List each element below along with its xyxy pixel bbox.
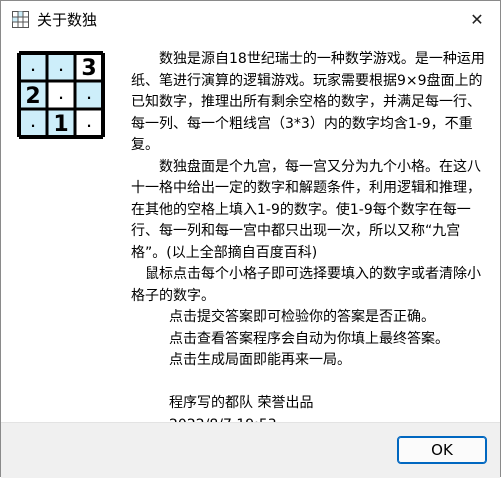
logo-dot: . xyxy=(59,60,64,74)
close-button[interactable]: ✕ xyxy=(454,1,500,38)
submit-hint: 点击提交答案即可检验你的答案是否正确。 xyxy=(169,309,435,325)
logo-digit: 1 xyxy=(53,112,68,137)
logo-dot: . xyxy=(31,116,36,130)
button-bar: OK xyxy=(1,422,500,478)
logo-dot: . xyxy=(31,60,36,74)
rules-paragraph: 数独盘面是个九宫，每一宫又分为九个小格。在这八十一格中给出一定的数字和解题条件，… xyxy=(131,158,481,261)
sudoku-logo: .. 3 2... 1. xyxy=(17,51,105,139)
logo-digit: 3 xyxy=(81,56,96,81)
window-title: 关于数独 xyxy=(37,11,98,29)
about-text: 数独是源自18世纪瑞士的一种数学游戏。是一种运用纸、笔进行演算的逻辑游戏。玩家需… xyxy=(131,49,491,436)
usage-paragraph: 鼠标点击每个小格子即可选择要填入的数字或者清除小格子的数字。 xyxy=(131,266,481,304)
title-bar[interactable]: 关于数独 ✕ xyxy=(1,1,500,39)
close-icon: ✕ xyxy=(470,10,484,29)
view-answer-hint: 点击查看答案程序会自动为你填上最终答案。 xyxy=(169,330,449,347)
new-game-hint: 点击生成局面即能再来一局。 xyxy=(169,352,351,368)
about-dialog: 关于数独 ✕ .. 3 2... 1. 数独是源自18世纪瑞士的一种数学游戏。是一种运… xyxy=(0,0,501,478)
intro-paragraph: 数独是源自18世纪瑞士的一种数学游戏。是一种运用纸、笔进行演算的逻辑游戏。玩家需… xyxy=(131,51,485,153)
logo-dot: . xyxy=(87,88,92,102)
logo-dot: . xyxy=(87,116,92,130)
logo-dot: . xyxy=(59,88,64,102)
logo-digit: 2 xyxy=(25,84,40,109)
sudoku-grid-icon xyxy=(12,11,29,28)
author-credit: 程序写的都队 荣誉出品 xyxy=(169,395,314,411)
ok-button[interactable]: OK xyxy=(397,436,487,464)
